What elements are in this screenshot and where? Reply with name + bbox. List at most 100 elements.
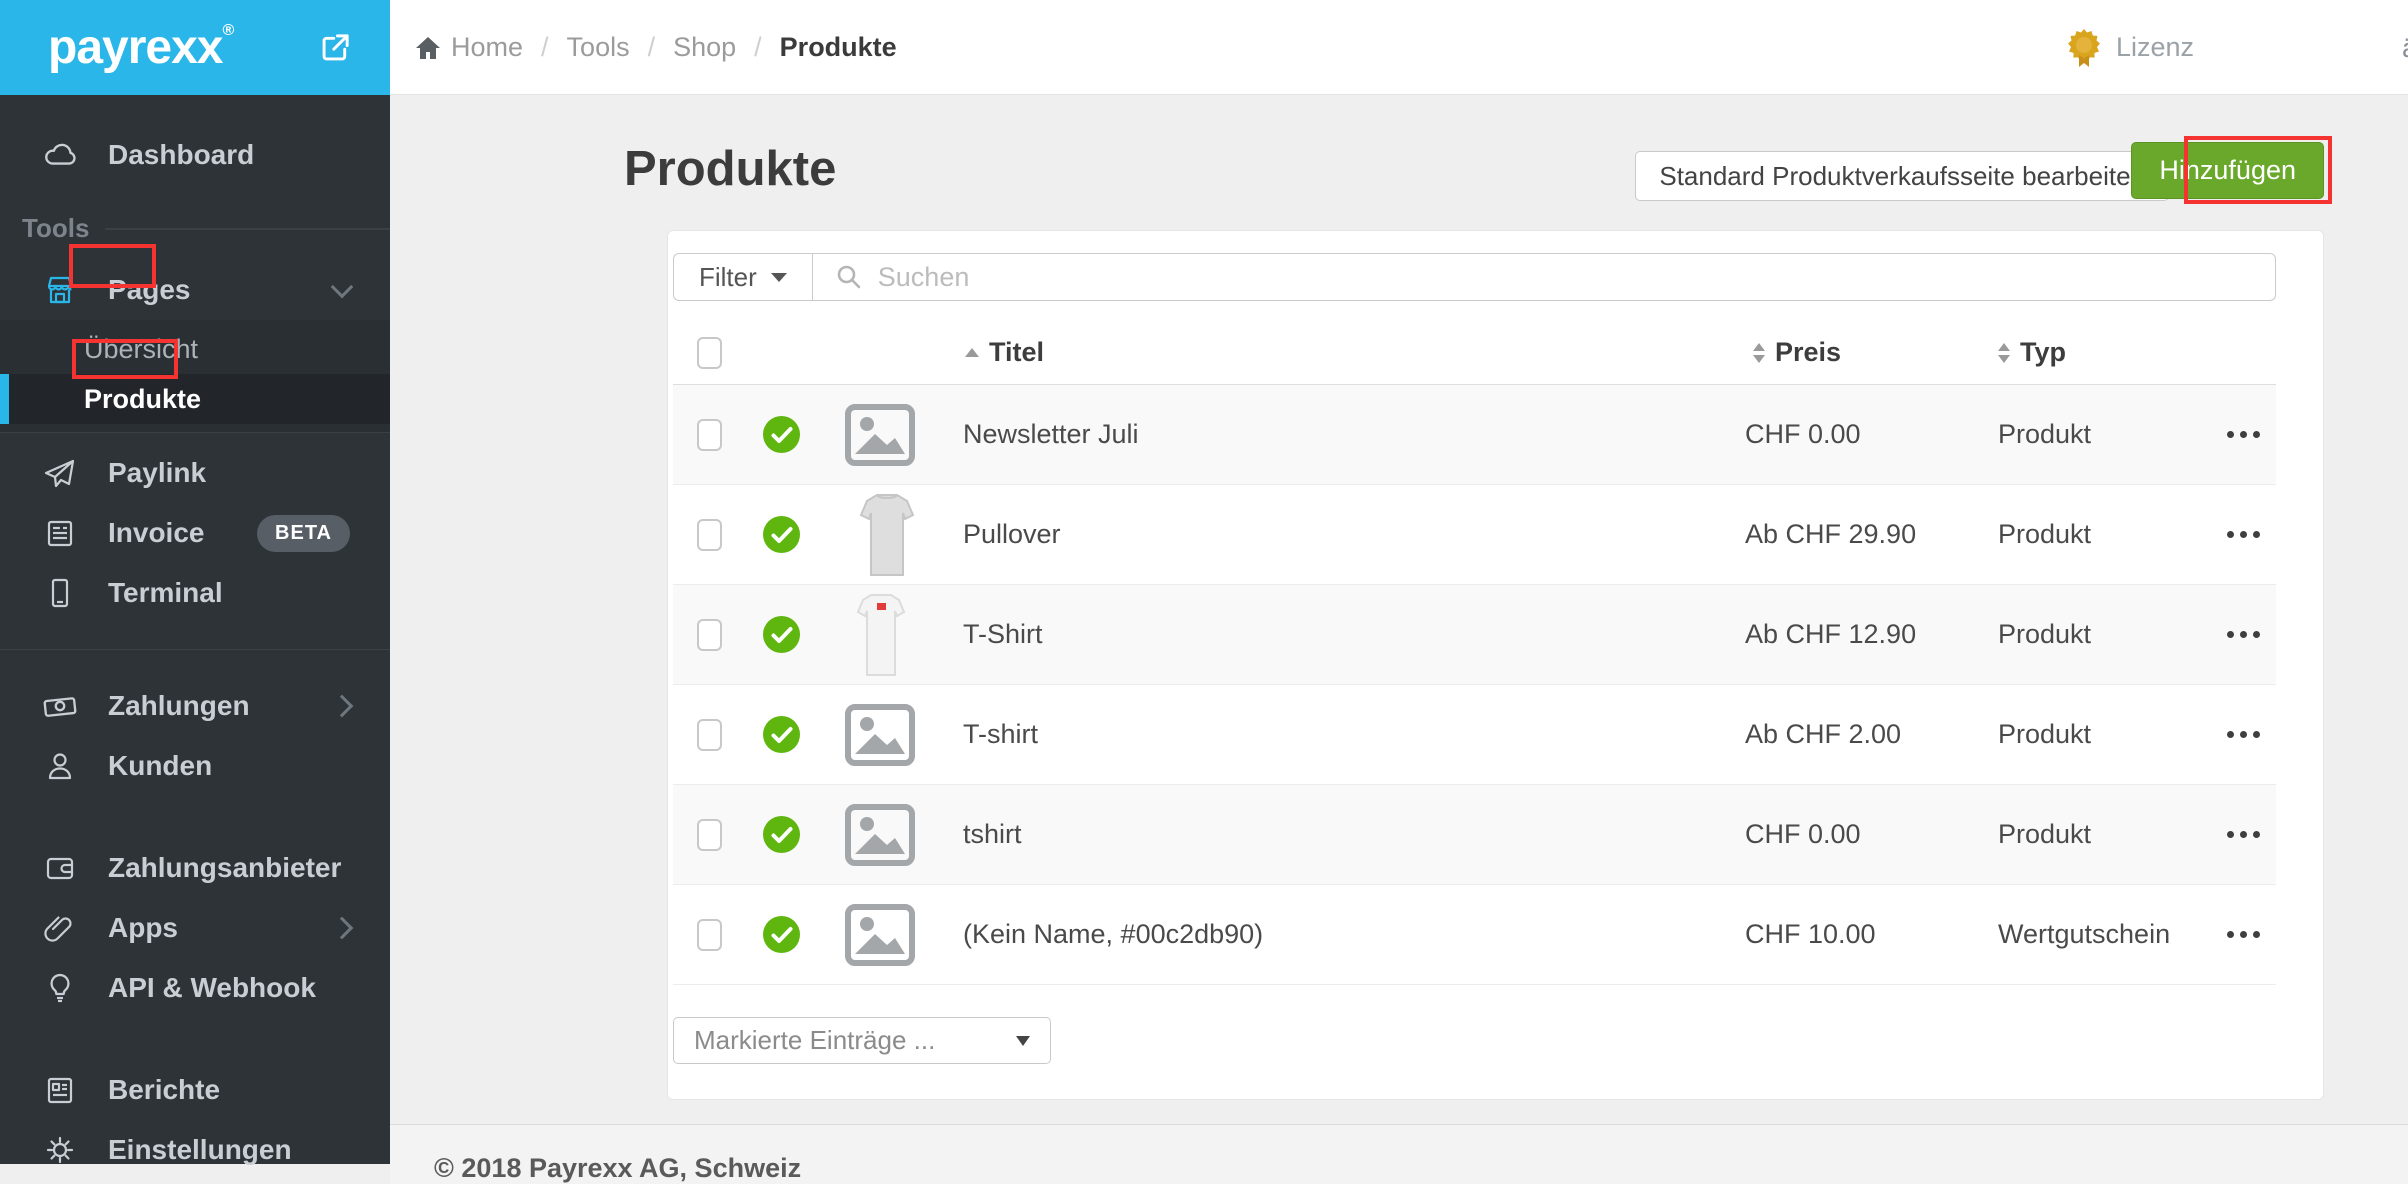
row-actions-menu[interactable] <box>2227 621 2260 648</box>
sidebar-subitem-uebersicht[interactable]: Übersicht <box>0 324 390 374</box>
row-actions-menu[interactable] <box>2227 921 2260 948</box>
row-checkbox[interactable] <box>697 618 722 651</box>
table-row: T-shirt Ab CHF 2.00 Produkt <box>673 685 2276 785</box>
products-card: Filter Titel <box>667 230 2324 1100</box>
report-icon <box>40 1074 80 1106</box>
caret-down-icon <box>770 272 787 282</box>
table-header: Titel Preis Typ <box>673 321 2276 385</box>
breadcrumb-shop[interactable]: Shop <box>673 32 736 63</box>
filter-search-group: Filter <box>673 253 2276 301</box>
product-thumbnail <box>833 403 953 466</box>
cloud-icon <box>40 139 80 171</box>
sort-asc-icon <box>965 348 979 357</box>
license-rosette-icon <box>2067 28 2101 68</box>
sidebar-nav: Dashboard Tools Pages Übersicht Produkte… <box>0 95 390 1180</box>
breadcrumb-separator: / <box>541 32 549 62</box>
pullover-photo <box>845 489 929 581</box>
search-segment <box>813 254 2275 300</box>
filter-label: Filter <box>699 261 757 292</box>
row-checkbox[interactable] <box>697 818 722 851</box>
row-actions-menu[interactable] <box>2227 721 2260 748</box>
image-placeholder-icon <box>845 903 915 966</box>
chevron-right-icon <box>330 694 354 718</box>
sidebar-item-label: Apps <box>108 912 178 943</box>
sidebar-item-label: Terminal <box>108 577 223 608</box>
column-header-titel[interactable]: Titel <box>953 337 1741 368</box>
image-placeholder-icon <box>845 703 915 766</box>
product-thumbnail <box>833 703 953 766</box>
license-menu-item[interactable]: Lizenz <box>2067 0 2194 95</box>
chevron-down-icon <box>330 275 354 299</box>
payrexx-logo: payrexx® <box>48 21 235 74</box>
sidebar-item-zahlungen[interactable]: Zahlungen <box>0 676 390 736</box>
logo-block: payrexx® <box>0 0 390 95</box>
product-type: Produkt <box>1998 719 2092 749</box>
home-icon <box>414 35 442 61</box>
wallet-icon <box>40 852 80 884</box>
sort-both-icon <box>1998 342 2010 363</box>
sidebar-item-label: Einstellungen <box>108 1134 292 1165</box>
copyright-text: © 2018 Payrexx AG, Schweiz <box>434 1153 802 1183</box>
sidebar-item-zahlungsanbieter[interactable]: Zahlungsanbieter <box>0 838 390 898</box>
sidebar-item-label: Paylink <box>108 457 207 488</box>
product-thumbnail <box>833 489 953 581</box>
row-actions-menu[interactable] <box>2227 421 2260 448</box>
sidebar-subitem-produkte[interactable]: Produkte <box>0 374 390 424</box>
sidebar-item-dashboard[interactable]: Dashboard <box>0 125 390 185</box>
chevron-right-icon <box>330 916 354 940</box>
caret-down-icon <box>1016 1035 1030 1046</box>
storefront-icon <box>40 273 80 307</box>
column-header-typ[interactable]: Typ <box>1986 337 2211 368</box>
invoice-icon <box>40 517 80 549</box>
sidebar-item-api-webhook[interactable]: API & Webhook <box>0 958 390 1018</box>
row-checkbox[interactable] <box>697 918 722 951</box>
row-checkbox[interactable] <box>697 418 722 451</box>
product-title: tshirt <box>963 819 1022 849</box>
gear-icon <box>40 1133 80 1167</box>
table-row: (Kein Name, #00c2db90) CHF 10.00 Wertgut… <box>673 885 2276 985</box>
sidebar-section-tools: Tools <box>0 213 390 244</box>
sidebar-item-apps[interactable]: Apps <box>0 898 390 958</box>
sidebar-item-berichte[interactable]: Berichte <box>0 1060 390 1120</box>
search-input[interactable] <box>877 261 2253 293</box>
product-thumbnail <box>833 903 953 966</box>
sidebar-item-label: Pages <box>108 274 191 305</box>
trademark-symbol: ® <box>222 22 235 39</box>
product-thumbnail <box>833 589 953 681</box>
license-label: Lizenz <box>2115 32 2194 62</box>
topbar: Home / Tools / Shop / Produkte Lizenz ä <box>390 0 2408 95</box>
filter-dropdown-button[interactable]: Filter <box>674 254 813 300</box>
row-actions-menu[interactable] <box>2227 521 2260 548</box>
sidebar-item-label: Kunden <box>108 750 213 781</box>
product-type: Produkt <box>1998 819 2092 849</box>
breadcrumb-home[interactable]: Home <box>414 32 523 63</box>
status-active-icon <box>763 616 800 653</box>
breadcrumb: Home / Tools / Shop / Produkte <box>414 0 897 95</box>
row-actions-menu[interactable] <box>2227 821 2260 848</box>
row-checkbox[interactable] <box>697 518 722 551</box>
table-row: tshirt CHF 0.00 Produkt <box>673 785 2276 885</box>
pages-submenu: Übersicht Produkte <box>0 320 390 433</box>
sidebar-item-pages[interactable]: Pages <box>0 260 390 320</box>
breadcrumb-separator: / <box>754 32 762 62</box>
table-row: Pullover Ab CHF 29.90 Produkt <box>673 485 2276 585</box>
breadcrumb-current: Produkte <box>779 32 897 62</box>
bulk-action-select[interactable]: Markierte Einträge ... <box>673 1017 1051 1064</box>
sidebar-item-invoice[interactable]: Invoice BETA <box>0 503 390 563</box>
column-header-preis[interactable]: Preis <box>1741 337 1986 368</box>
sidebar-item-einstellungen[interactable]: Einstellungen <box>0 1120 390 1180</box>
product-title: T-Shirt <box>963 619 1043 649</box>
sidebar-item-kunden[interactable]: Kunden <box>0 736 390 796</box>
edit-default-sales-page-button[interactable]: Standard Produktverkaufsseite bearbeiten <box>1635 151 2169 201</box>
sidebar-item-label: Invoice <box>108 517 205 548</box>
row-checkbox[interactable] <box>697 718 722 751</box>
breadcrumb-tools[interactable]: Tools <box>567 32 630 63</box>
add-product-button[interactable]: Hinzufügen <box>2131 142 2324 199</box>
sidebar-item-label: API & Webhook <box>108 972 316 1003</box>
sidebar-item-paylink[interactable]: Paylink <box>0 443 390 503</box>
table-row: Newsletter Juli CHF 0.00 Produkt <box>673 385 2276 485</box>
sidebar-item-terminal[interactable]: Terminal <box>0 563 390 623</box>
bulk-action-selected-value: Markierte Einträge ... <box>694 1025 936 1055</box>
external-link-icon[interactable] <box>318 31 352 65</box>
select-all-checkbox[interactable] <box>697 336 722 369</box>
